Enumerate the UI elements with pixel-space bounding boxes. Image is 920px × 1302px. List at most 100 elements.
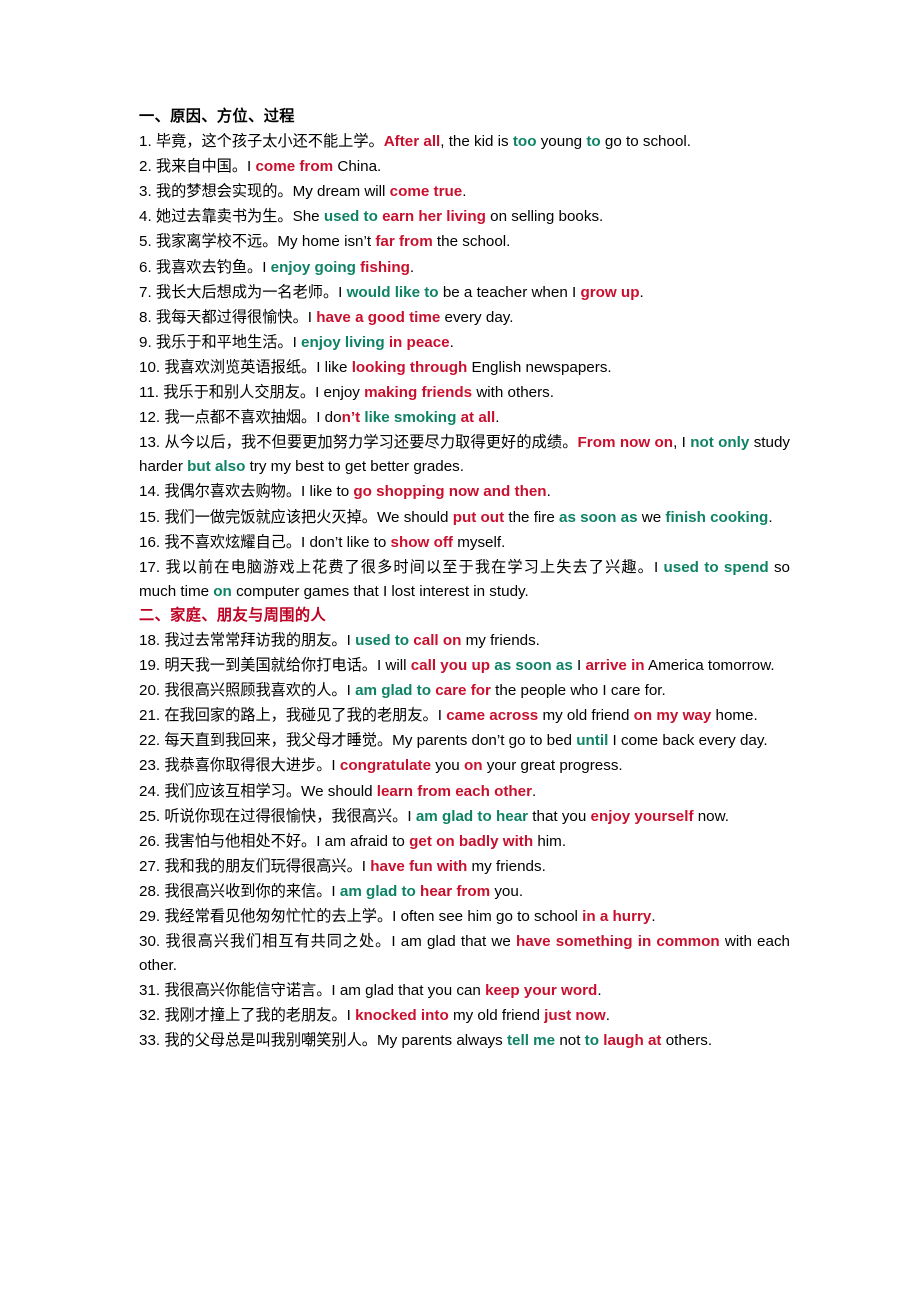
english-text: the people who I care for. [490, 682, 666, 700]
phrase-red: laugh at [603, 1032, 662, 1050]
sentence-entry: 1. 毕竟，这个孩子太小还不能上学。After all, the kid is … [139, 129, 790, 154]
english-text: . [462, 183, 467, 201]
chinese-text: 我很高兴你能信守诺言。 [164, 981, 332, 1000]
phrase-green: used to spend [663, 558, 769, 576]
sentence-entry: 13. 从今以后，我不但要更加努力学习还要尽力取得更好的成绩。From now … [139, 430, 790, 479]
sentence-entry: 4. 她过去靠卖书为生。She used to earn her living … [139, 204, 790, 229]
sentence-entry: 26. 我害怕与他相处不好。I am afraid to get on badl… [139, 829, 790, 854]
entry-number: 16. [139, 533, 161, 551]
chinese-text: 我很高兴我们相互有共同之处。 [165, 932, 392, 951]
english-text: myself. [452, 533, 506, 551]
phrase-red: arrive in [585, 657, 645, 675]
english-text: your great progress. [482, 757, 623, 775]
chinese-text: 我很高兴收到你的来信。 [164, 881, 332, 900]
phrase-green: am glad to [355, 682, 436, 700]
entry-number: 15. [139, 508, 161, 526]
entry-number: 31. [139, 982, 161, 1000]
sentence-entry: 7. 我长大后想成为一名老师。I would like to be a teac… [139, 280, 790, 305]
phrase-red: fishing [360, 258, 410, 276]
english-text: home. [711, 707, 758, 725]
entry-number: 29. [139, 908, 161, 925]
english-text: not [555, 1032, 585, 1050]
phrase-red: looking through [351, 358, 468, 376]
phrase-red: in a hurry [582, 908, 652, 925]
document-page: 一、原因、方位、过程 1. 毕竟，这个孩子太小还不能上学。After all, t… [0, 0, 920, 1302]
phrase-green: as soon as [559, 508, 638, 526]
entry-number: 6. [139, 258, 152, 276]
entry-number: 10. [139, 358, 161, 376]
sentence-entry: 24. 我们应该互相学习。We should learn from each o… [139, 779, 790, 804]
entry-number: 27. [139, 857, 161, 875]
english-text: English newspapers. [467, 358, 612, 376]
sentence-entry: 11. 我乐于和别人交朋友。I enjoy making friends wit… [139, 380, 790, 405]
english-text: I don’t like to [301, 533, 391, 551]
phrase-red: have a good time [316, 308, 441, 326]
entry-number: 1. [139, 133, 152, 151]
phrase-green: but also [187, 458, 246, 476]
phrase-red: in peace [388, 333, 450, 351]
entry-number: 7. [139, 283, 152, 301]
english-text: I [653, 558, 664, 576]
chinese-text: 我和我的朋友们玩得很高兴。 [164, 856, 362, 875]
chinese-text: 我们应该互相学习。 [164, 781, 302, 800]
english-text: I do [316, 409, 342, 427]
phrase-green: on [213, 582, 232, 600]
english-text: My parents always [376, 1032, 507, 1050]
chinese-text: 我来自中国。 [155, 157, 248, 176]
english-text: I [346, 631, 356, 649]
entry-number: 25. [139, 807, 161, 825]
phrase-green: until [576, 732, 609, 750]
english-text: My dream will [292, 183, 390, 201]
english-text: My parents don’t go to bed [392, 732, 577, 750]
english-text: I like to [301, 483, 354, 501]
sentence-entry: 31. 我很高兴你能信守诺言。I am glad that you can ke… [139, 978, 790, 1003]
entry-number: 3. [139, 183, 152, 201]
english-text: . [409, 258, 415, 276]
phrase-green: would like to [346, 283, 439, 301]
sentence-entry: 5. 我家离学校不远。My home isn’t far from the sc… [139, 229, 790, 254]
phrase-red: far from [375, 233, 433, 251]
phrase-green: to [584, 1032, 599, 1050]
chinese-text: 我的父母总是叫我别嘲笑别人。 [164, 1031, 377, 1050]
phrase-red: n’t [341, 409, 361, 427]
phrase-red: show off [390, 533, 453, 551]
entry-number: 12. [139, 409, 161, 427]
english-text: my old friend [448, 1007, 545, 1025]
english-text: , the kid is [440, 133, 513, 151]
entry-number: 32. [139, 1007, 161, 1025]
sentence-entry: 23. 我恭喜你取得很大进步。I congratulate you on you… [139, 753, 790, 778]
chinese-text: 在我回家的路上，我碰见了我的老朋友。 [164, 706, 438, 725]
phrase-red: get on badly with [409, 832, 534, 850]
sentence-entry: 8. 我每天都过得很愉快。I have a good time every da… [139, 305, 790, 330]
english-text: I [292, 333, 302, 351]
english-text: I am glad that we [391, 933, 516, 951]
phrase-green: like smoking [360, 409, 461, 427]
entry-number: 5. [139, 233, 152, 251]
english-text: I [346, 1007, 356, 1025]
english-text: my old friend [538, 707, 634, 725]
english-text: go to school. [600, 133, 691, 151]
sentence-entry: 21. 在我回家的路上，我碰见了我的老朋友。I came across my o… [139, 703, 790, 728]
phrase-red: came across [446, 707, 539, 725]
english-text: we [637, 508, 666, 526]
phrase-red: keep your word [485, 982, 598, 1000]
sentence-entry: 12. 我一点都不喜欢抽烟。I don’t like smoking at al… [139, 405, 790, 430]
phrase-red: go shopping now and then [353, 483, 547, 501]
sentence-entry: 17. 我以前在电脑游戏上花费了很多时间以至于我在学习上失去了兴趣。I used… [139, 555, 790, 604]
phrase-green: tell me [506, 1032, 556, 1050]
english-text: I will [376, 657, 411, 675]
entry-number: 22. [139, 732, 161, 750]
entry-number: 33. [139, 1032, 161, 1050]
entry-number: 4. [139, 208, 152, 226]
phrase-red: call on [413, 631, 462, 649]
entry-number: 11. [139, 384, 159, 402]
chinese-text: 我们一做完饭就应该把火灭掉。 [164, 507, 377, 526]
english-text: I like [316, 358, 352, 376]
phrase-green: used to [355, 631, 414, 649]
phrase-red: call you up [410, 657, 495, 675]
chinese-text: 她过去靠卖书为生。 [155, 207, 293, 226]
phrase-red: have fun with [370, 857, 468, 875]
entry-number: 21. [139, 707, 161, 725]
english-text: young [536, 133, 587, 151]
phrase-green: enjoy living [301, 333, 389, 351]
